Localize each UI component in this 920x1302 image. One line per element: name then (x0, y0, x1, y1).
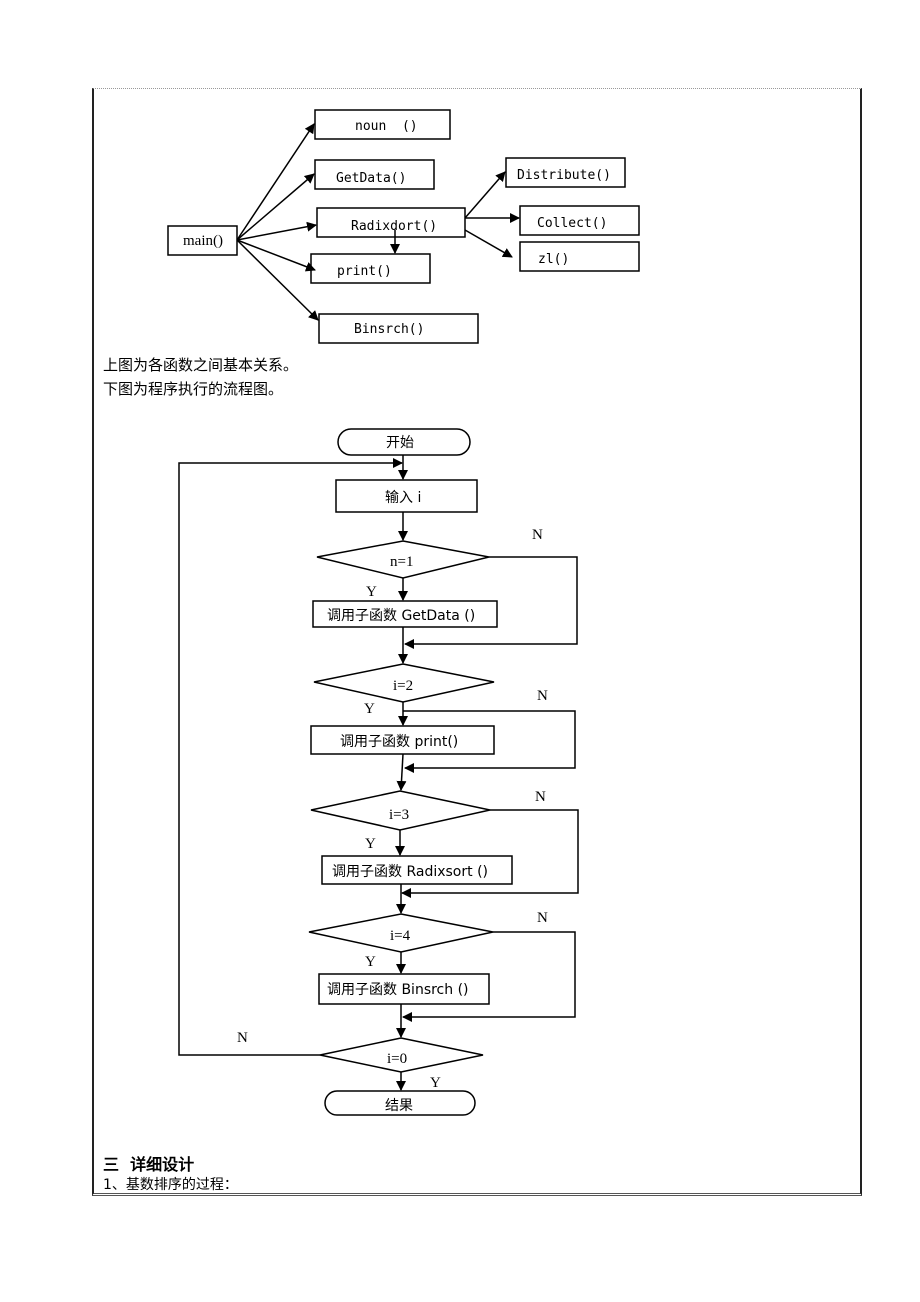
no-label-i2: N (537, 688, 548, 704)
yes-label-i4: Y (365, 954, 376, 970)
decision-i4-label: i=4 (390, 928, 411, 944)
action-print-label: 调用子函数 print() (340, 734, 458, 750)
no-label-i3: N (535, 789, 546, 805)
input-label: 输入 i (385, 490, 421, 506)
no-label-i0: N (237, 1030, 248, 1046)
section-item-1: 1、基数排序的过程： (103, 1177, 238, 1193)
decision-i3-label: i=3 (389, 807, 409, 823)
print-label: print() (337, 264, 392, 279)
arrow-main-binsrch (236, 239, 319, 321)
action-getdata-label: 调用子函数 GetData () (327, 608, 475, 624)
action-radixsort-label: 调用子函数 Radixsort () (332, 864, 488, 880)
arrow-radix-distribute (464, 171, 506, 219)
radix-label: Radixdort() (351, 219, 437, 234)
arrow-main-print (236, 239, 316, 272)
binsrch-label: Binsrch() (354, 322, 424, 337)
main-label: main() (183, 233, 223, 249)
zl-label: zl() (538, 252, 569, 267)
yes-label-n1: Y (366, 584, 377, 600)
decision-i0-label: i=0 (387, 1051, 407, 1067)
action-binsrch-label: 调用子函数 Binsrch () (327, 982, 469, 998)
getdata-label: GetData() (336, 171, 406, 186)
collect-label: Collect() (537, 216, 607, 231)
diagram-canvas: main() noun () GetData() Radixdort() pri… (167, 109, 640, 1116)
start-label: 开始 (386, 435, 414, 451)
flow-print-i3 (396, 753, 407, 791)
no-branch-i3 (401, 809, 579, 898)
arrow-main-noun (236, 123, 315, 241)
end-label: 结果 (385, 1098, 413, 1114)
no-label-i4: N (537, 910, 548, 926)
yes-label-i2: Y (364, 701, 375, 717)
decision-i2-label: i=2 (393, 678, 413, 694)
caption-flowchart: 下图为程序执行的流程图。 (103, 380, 284, 398)
distribute-label: Distribute() (517, 168, 611, 183)
noun-label: noun () (355, 119, 418, 134)
caption-relationship: 上图为各函数之间基本关系。 (103, 356, 299, 374)
yes-label-i3: Y (365, 836, 376, 852)
arrow-radix-zl (464, 229, 513, 258)
no-label-n1: N (532, 527, 543, 543)
decision-n1-label: n=1 (390, 554, 413, 570)
arrow-main-radix (236, 221, 317, 241)
arrow-main-getdata (236, 173, 315, 241)
section-heading: 三 详细设计 (103, 1155, 195, 1174)
yes-label-i0: Y (430, 1075, 441, 1091)
